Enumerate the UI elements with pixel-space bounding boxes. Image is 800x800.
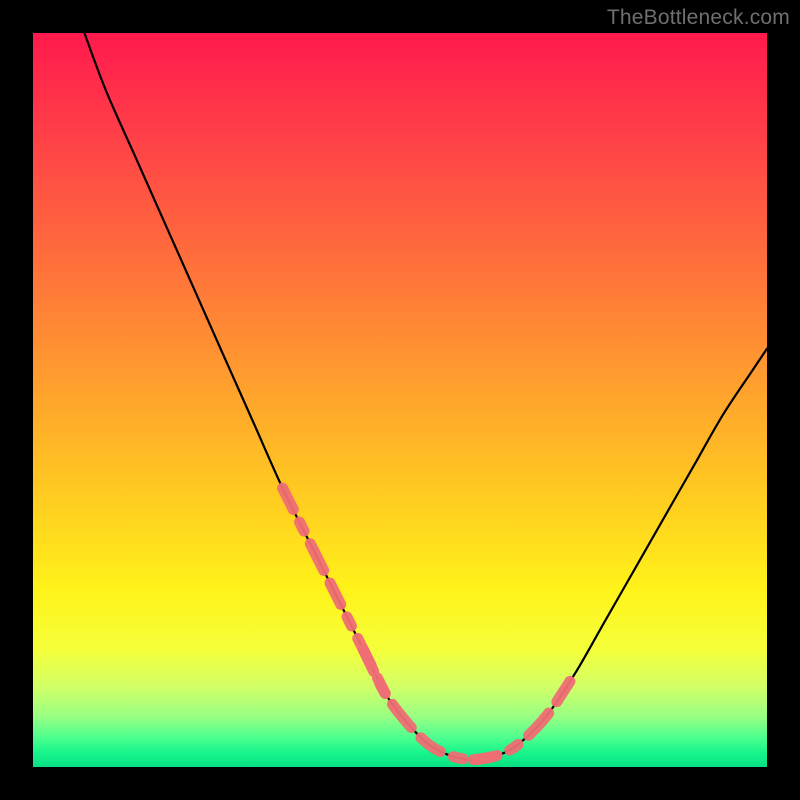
curve-highlight-2	[473, 672, 576, 760]
curve-svg	[33, 33, 767, 767]
curve-line-group	[84, 33, 767, 760]
curve-line	[84, 33, 767, 760]
watermark-text: TheBottleneck.com	[607, 6, 790, 30]
plot-area	[33, 33, 767, 767]
curve-highlight-group	[283, 488, 577, 760]
chart-frame: TheBottleneck.com	[0, 0, 800, 800]
curve-highlight-1	[363, 650, 495, 760]
